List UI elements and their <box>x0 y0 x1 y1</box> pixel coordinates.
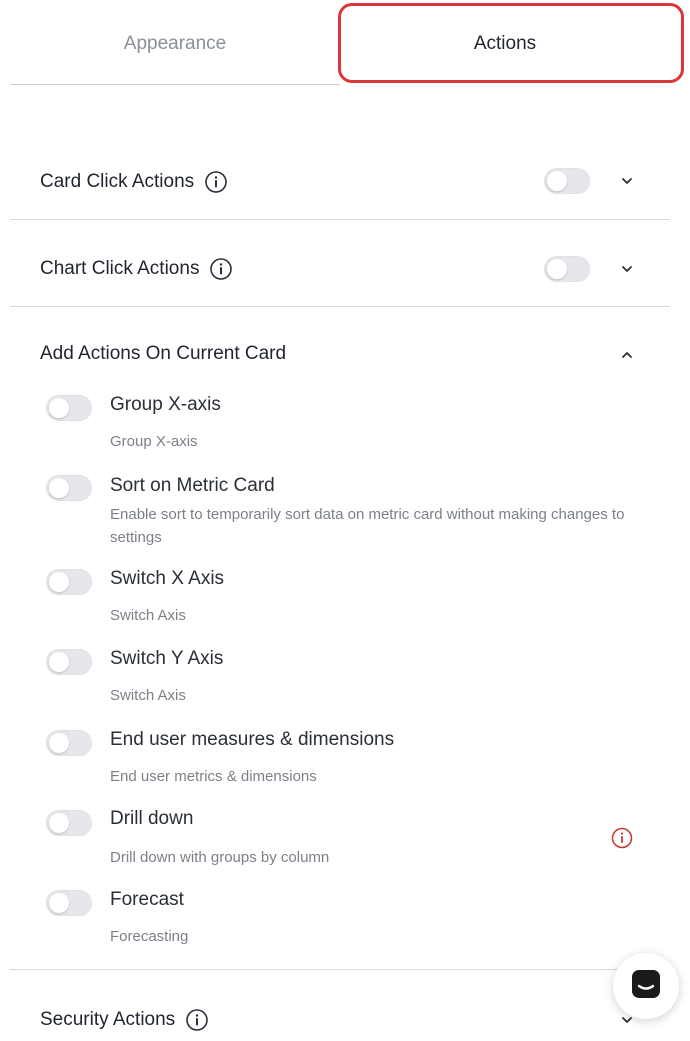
end-user-measures-toggle[interactable] <box>46 730 92 756</box>
tab-divider <box>10 84 340 85</box>
sort-on-metric-card-toggle[interactable] <box>46 475 92 501</box>
drill-down-toggle[interactable] <box>46 810 92 836</box>
switch-x-axis-toggle[interactable] <box>46 569 92 595</box>
chat-button[interactable] <box>613 953 679 1019</box>
chart-click-actions-toggle[interactable] <box>544 256 590 282</box>
section-title: Chart Click Actions <box>40 258 200 279</box>
info-icon[interactable] <box>185 1008 209 1032</box>
chat-icon <box>630 968 662 1005</box>
divider <box>10 969 670 970</box>
option-description: Group X-axis <box>110 433 198 450</box>
switch-y-axis-toggle[interactable] <box>46 649 92 675</box>
warning-info-icon[interactable] <box>610 826 634 850</box>
chevron-up-icon[interactable] <box>619 347 635 363</box>
forecast-toggle[interactable] <box>46 890 92 916</box>
section-current-card-actions[interactable]: Add Actions On Current Card <box>10 336 670 372</box>
info-icon[interactable] <box>204 170 228 194</box>
info-icon[interactable] <box>209 257 233 281</box>
option-description: Drill down with groups by column <box>110 849 330 866</box>
option-label: End user measures & dimensions <box>110 729 395 750</box>
option-label: Drill down <box>110 808 194 829</box>
tab-actions[interactable]: Actions <box>340 0 670 88</box>
divider <box>10 219 670 220</box>
section-title: Security Actions <box>40 1009 176 1030</box>
group-x-axis-toggle[interactable] <box>46 395 92 421</box>
option-description: Switch Axis <box>110 687 186 704</box>
option-description: Forecasting <box>110 928 189 945</box>
option-description: Switch Axis <box>110 607 186 624</box>
option-label: Switch X Axis <box>110 568 225 589</box>
divider <box>10 306 670 307</box>
card-click-actions-toggle[interactable] <box>544 168 590 194</box>
section-title: Add Actions On Current Card <box>40 343 287 364</box>
option-label: Group X-axis <box>110 394 221 415</box>
tab-bar: Appearance Actions <box>0 0 690 90</box>
option-label: Sort on Metric Card <box>110 475 275 496</box>
tab-appearance[interactable]: Appearance <box>10 0 340 88</box>
chevron-down-icon[interactable] <box>619 173 635 189</box>
section-security-actions[interactable]: Security Actions <box>10 1000 670 1040</box>
option-description: Enable sort to temporarily sort data on … <box>110 506 625 546</box>
chevron-down-icon[interactable] <box>619 261 635 277</box>
option-description: End user metrics & dimensions <box>110 768 317 785</box>
option-label: Switch Y Axis <box>110 648 224 669</box>
option-label: Forecast <box>110 889 184 910</box>
section-title: Card Click Actions <box>40 171 195 192</box>
